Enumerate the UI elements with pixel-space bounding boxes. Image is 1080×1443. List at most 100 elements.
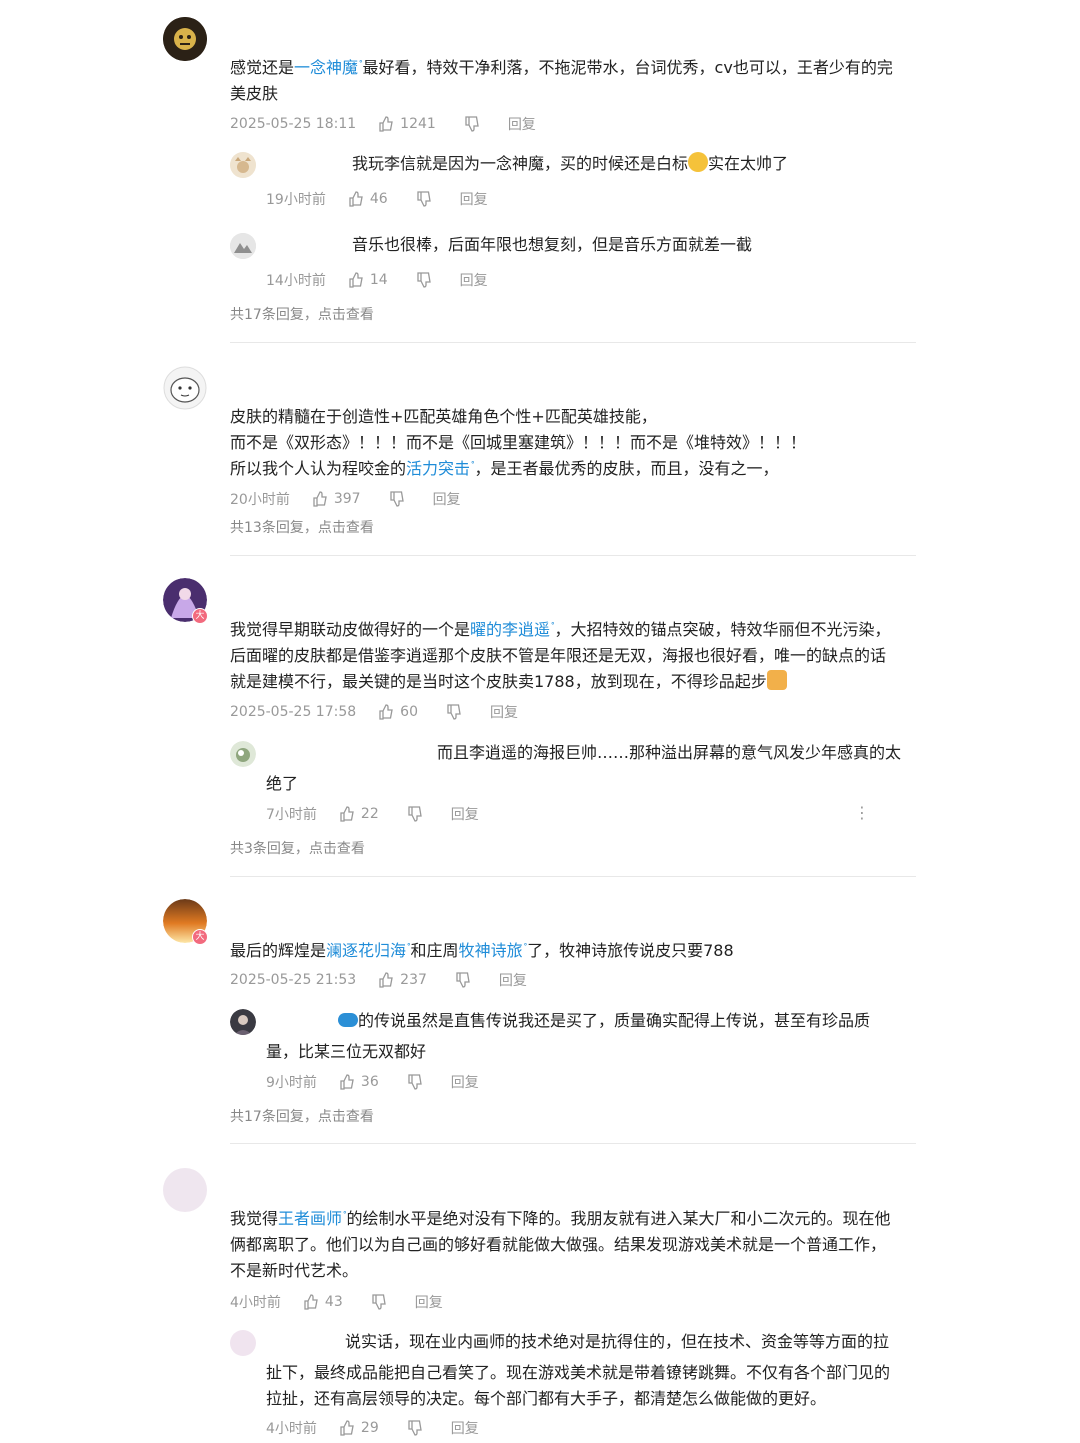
like-button[interactable]: 1241 — [378, 116, 436, 132]
comment-text: 我觉得早期联动皮做得好的一个是曜的李逍遥ᐤ，大招特效的锚点突破，特效华丽但不光污… — [230, 617, 930, 695]
view-more-replies[interactable]: 共3条回复，点击查看 — [230, 838, 365, 858]
fish-emoji-icon — [338, 1013, 358, 1027]
hero-skin-link[interactable]: 牧神诗旅 — [459, 941, 523, 960]
reply-meta: 14小时前 14 回复 — [266, 270, 488, 290]
avatar[interactable] — [230, 1330, 256, 1356]
thumb-up-icon — [379, 704, 393, 720]
reply-button[interactable]: 回复 — [451, 804, 479, 824]
thumb-down-icon — [408, 1420, 422, 1436]
comment-meta: 2025-05-25 21:53 237 回复 — [230, 970, 527, 990]
like-button[interactable]: 397 — [312, 491, 361, 507]
hero-skin-link[interactable]: 一念神魔 — [294, 58, 358, 77]
reply-button[interactable]: 回复 — [499, 970, 527, 990]
comment-text-part: 俩都离职了。他们以为自己画的够好看就能做大做强。结果发现游戏美术就是一个普通工作… — [230, 1235, 887, 1254]
view-more-replies[interactable]: 共17条回复，点击查看 — [230, 1106, 374, 1126]
reply-button[interactable]: 回复 — [508, 114, 536, 134]
avatar[interactable] — [163, 17, 207, 61]
reply-text-cont: 绝了 — [266, 774, 299, 793]
like-button[interactable]: 36 — [339, 1074, 379, 1090]
hero-skin-link[interactable]: 曜的李逍遥 — [470, 620, 550, 639]
reply-button[interactable]: 回复 — [460, 189, 488, 209]
like-button[interactable]: 22 — [339, 806, 379, 822]
search-icon: ᐤ — [523, 942, 528, 952]
timestamp: 2025-05-25 18:11 — [230, 116, 357, 132]
avatar[interactable] — [163, 366, 207, 410]
view-more-replies[interactable]: 共13条回复，点击查看 — [230, 517, 374, 537]
reply-button[interactable]: 回复 — [433, 489, 461, 509]
reply-text-part: 扯下，最终成品能把自己看笑了。现在游戏美术就是带着镣铐跳舞。不仅有各个部门见的 — [266, 1363, 891, 1382]
reply-meta: 9小时前 36 回复 — [266, 1072, 479, 1092]
dislike-button[interactable] — [416, 191, 432, 207]
thumb-down-icon — [447, 704, 461, 720]
comment-text-part: 后面曜的皮肤都是借鉴李逍遥那个皮肤不管是年限还是无双，海报也很好看，唯一的缺点的… — [230, 646, 887, 665]
hero-skin-link[interactable]: 澜逐花归海 — [326, 941, 406, 960]
comment-text-part: 的绘制水平是绝对没有下降的。我朋友就有进入某大厂和小二次元的。现在他 — [346, 1209, 891, 1228]
like-button[interactable]: 29 — [339, 1420, 379, 1436]
search-icon: ᐤ — [551, 621, 555, 631]
reply-text: 的传说虽然是直售传说我还是买了，质量确实配得上传说，甚至有珍品质 — [266, 1008, 916, 1034]
timestamp: 2025-05-25 21:53 — [230, 972, 357, 988]
like-count: 237 — [400, 972, 427, 988]
reply-text-part: 说实话，现在业内画师的技术绝对是抗得住的，但在技术、资金等等方面的拉 — [345, 1332, 890, 1351]
reply-meta: 7小时前 22 回复 — [266, 804, 479, 824]
dislike-button[interactable] — [389, 491, 405, 507]
reply-button[interactable]: 回复 — [490, 702, 518, 722]
more-options-icon[interactable]: ⋮ — [854, 803, 870, 822]
comment-meta: 2025-05-25 18:11 1241 回复 — [230, 114, 536, 134]
comment-text-part: ，是王者最优秀的皮肤，而且，没有之一， — [474, 459, 779, 478]
divider — [230, 876, 916, 877]
reply-text: 而且李逍遥的海报巨帅……那种溢出屏幕的意气风发少年感真的太 — [266, 740, 916, 766]
like-button[interactable]: 60 — [378, 704, 418, 720]
reply-button[interactable]: 回复 — [460, 270, 488, 290]
comment-meta: 4小时前 43 回复 — [230, 1292, 443, 1312]
avatar[interactable] — [230, 152, 256, 178]
comment-text-part: ，大招特效的锚点突破，特效华丽但不光污染， — [554, 620, 891, 639]
like-count: 43 — [324, 1294, 343, 1310]
divider — [230, 342, 916, 343]
like-count: 29 — [360, 1420, 379, 1436]
view-more-replies[interactable]: 共17条回复，点击查看 — [230, 304, 374, 324]
like-count: 1241 — [400, 116, 436, 132]
thumb-up-icon — [340, 1074, 354, 1090]
dislike-button[interactable] — [407, 1074, 423, 1090]
comment-text-part: 最好看，特效干净利落，不拖泥带水，台词优秀，cv也可以，王者少有的完 — [362, 58, 893, 77]
like-count: 14 — [369, 272, 388, 288]
reply-button[interactable]: 回复 — [415, 1292, 443, 1312]
timestamp: 4小时前 — [266, 1421, 317, 1437]
avatar[interactable] — [230, 741, 256, 767]
hero-skin-link[interactable]: 王者画师 — [278, 1209, 342, 1228]
thumb-down-icon — [417, 191, 431, 207]
thumb-up-icon — [340, 1420, 354, 1436]
timestamp: 14小时前 — [266, 273, 326, 289]
hero-skin-link[interactable]: 活力突击 — [406, 459, 470, 478]
reply-button[interactable]: 回复 — [451, 1418, 479, 1438]
comment-text-part: 美皮肤 — [230, 84, 279, 103]
avatar[interactable] — [230, 1009, 256, 1035]
thumb-up-icon — [349, 191, 363, 207]
avatar[interactable] — [163, 1168, 207, 1212]
dislike-button[interactable] — [455, 972, 471, 988]
thumb-down-icon — [372, 1294, 386, 1310]
avatar[interactable] — [230, 233, 256, 259]
reply-button[interactable]: 回复 — [451, 1072, 479, 1092]
dislike-button[interactable] — [416, 272, 432, 288]
like-button[interactable]: 237 — [378, 972, 427, 988]
dislike-button[interactable] — [464, 116, 480, 132]
comment-text-part: 皮肤的精髓在于创造性+匹配英雄角色个性+匹配英雄技能， — [230, 407, 657, 426]
divider — [230, 1143, 916, 1144]
thumb-up-icon — [379, 116, 393, 132]
like-button[interactable]: 14 — [348, 272, 388, 288]
dislike-button[interactable] — [407, 1420, 423, 1436]
dislike-button[interactable] — [407, 806, 423, 822]
comment-meta: 20小时前 397 回复 — [230, 489, 461, 509]
reply-text-part: 我玩李信就是因为一念神魔，买的时候还是白标 — [352, 154, 689, 173]
dislike-button[interactable] — [371, 1294, 387, 1310]
thumb-up-icon — [379, 972, 393, 988]
like-button[interactable]: 43 — [303, 1294, 343, 1310]
timestamp: 19小时前 — [266, 192, 326, 208]
dislike-button[interactable] — [446, 704, 462, 720]
thumb-up-icon — [304, 1294, 318, 1310]
like-button[interactable]: 46 — [348, 191, 388, 207]
vip-badge: 大 — [192, 608, 208, 624]
search-icon: ᐤ — [343, 1210, 347, 1220]
